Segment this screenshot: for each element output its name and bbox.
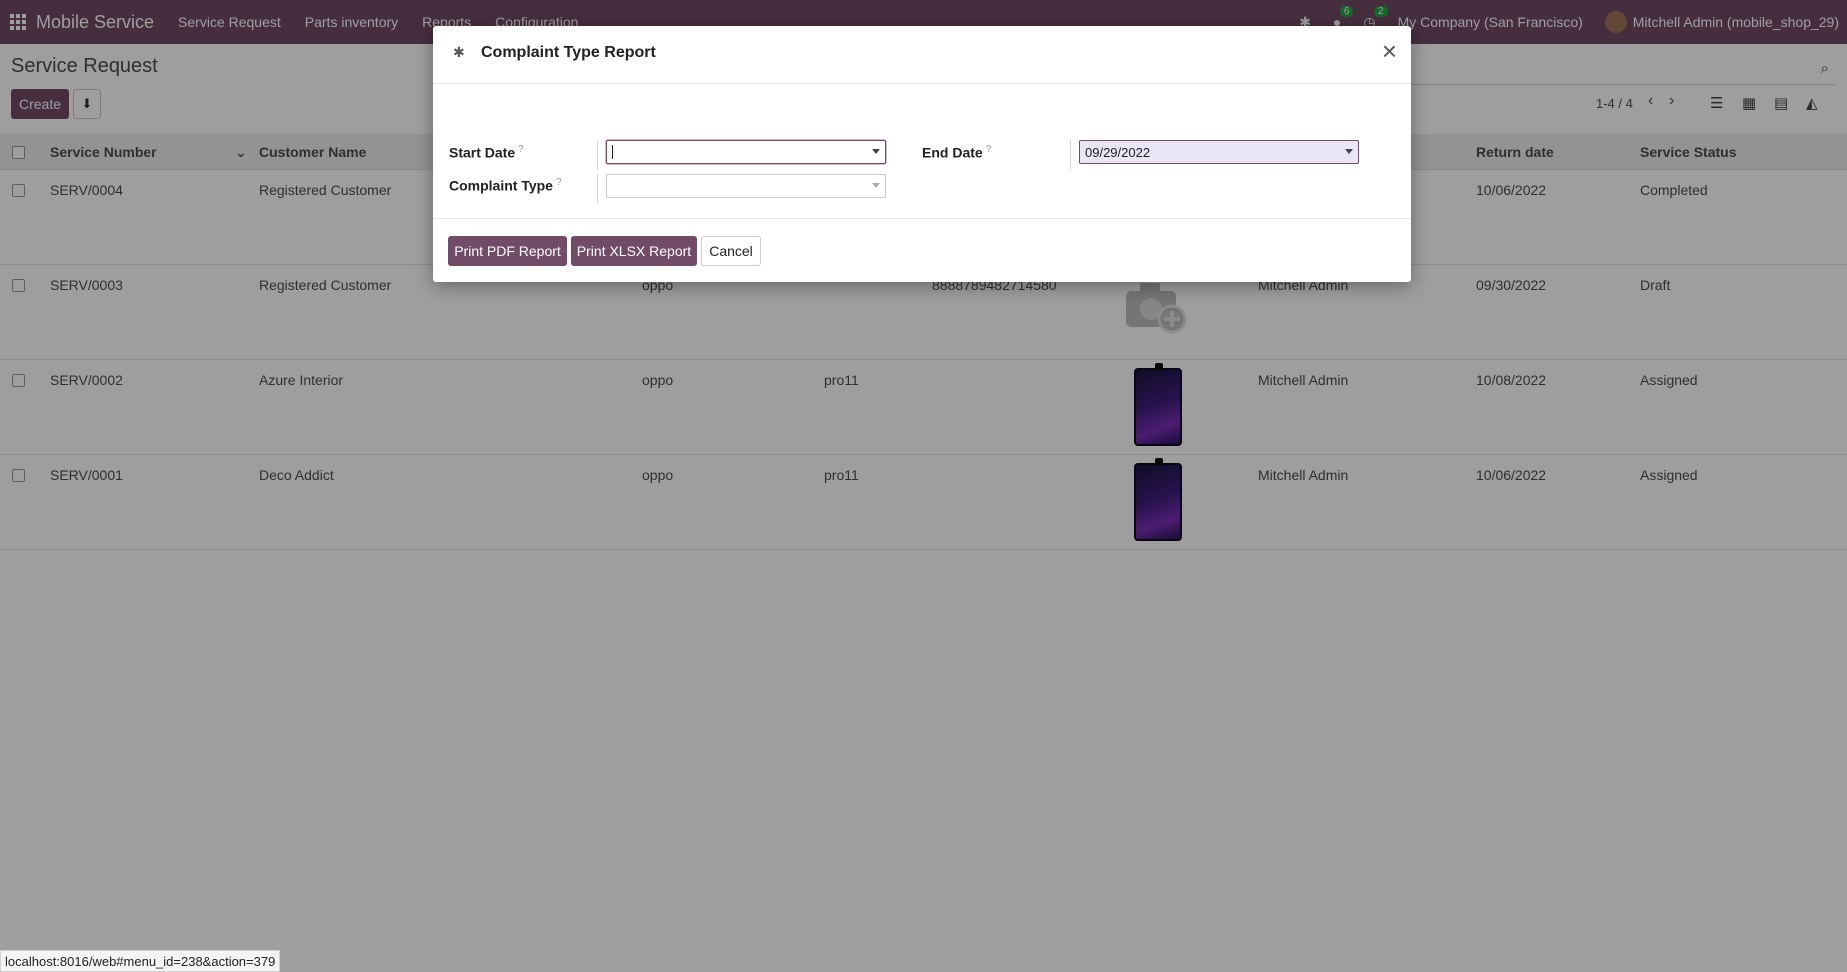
start-date-label: Start Date? — [449, 144, 524, 161]
chevron-down-icon[interactable] — [1345, 149, 1353, 154]
dialog-header: ✱ Complaint Type Report × — [433, 26, 1411, 84]
chevron-down-icon[interactable] — [872, 149, 880, 154]
bug-icon: ✱ — [453, 44, 465, 60]
close-icon[interactable]: × — [1382, 38, 1397, 64]
cancel-button[interactable]: Cancel — [701, 236, 761, 266]
text-cursor — [612, 145, 613, 159]
end-date-label: End Date? — [922, 144, 992, 161]
help-icon[interactable]: ? — [986, 144, 992, 155]
help-icon[interactable]: ? — [556, 177, 562, 188]
chevron-down-icon[interactable] — [872, 183, 880, 188]
status-bar-url: localhost:8016/web#menu_id=238&action=37… — [0, 950, 281, 972]
print-xlsx-report-button[interactable]: Print XLSX Report — [571, 236, 697, 266]
start-date-field[interactable] — [606, 140, 886, 164]
complaint-type-field[interactable] — [606, 174, 886, 198]
complaint-type-label: Complaint Type? — [449, 177, 562, 194]
print-pdf-report-button[interactable]: Print PDF Report — [448, 236, 567, 266]
end-date-field[interactable]: 09/29/2022 — [1079, 140, 1359, 164]
help-icon[interactable]: ? — [518, 144, 524, 155]
dialog-title: Complaint Type Report — [481, 44, 656, 61]
complaint-type-report-dialog: ✱ Complaint Type Report × Start Date? Co… — [433, 26, 1411, 282]
